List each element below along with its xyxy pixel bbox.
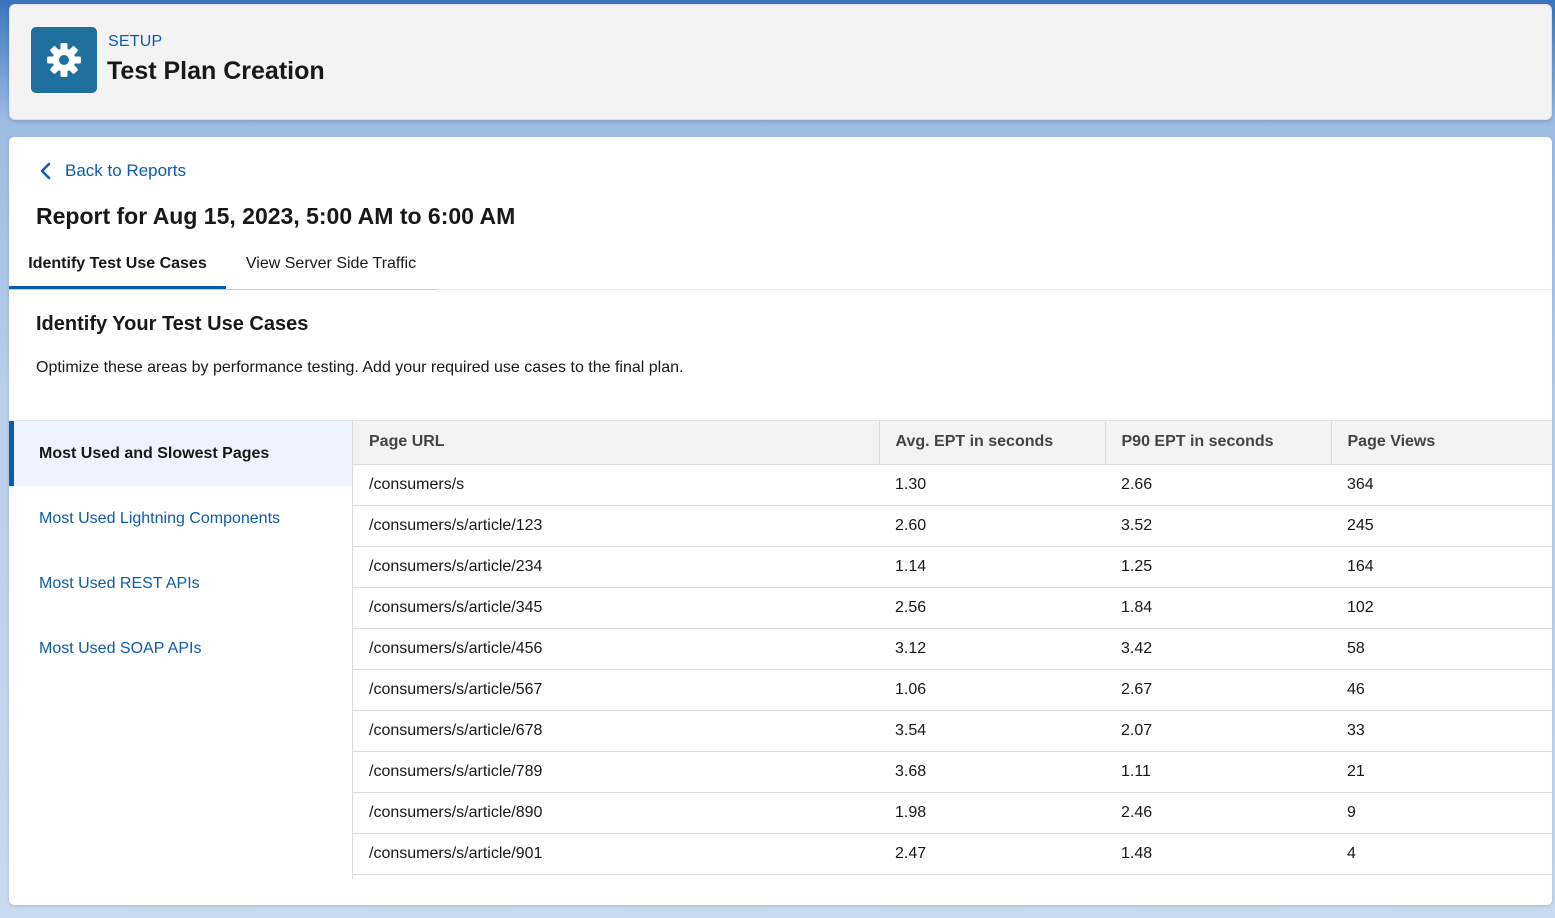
cell-page-views: 21 [1331,751,1552,793]
column-header-page-url[interactable]: Page URL [353,421,880,465]
nav-item-most-used-rest-apis[interactable]: Most Used REST APIs [9,551,352,616]
cell-page-views: 46 [1331,669,1552,711]
side-nav: Most Used and Slowest Pages Most Used Li… [9,421,353,879]
cell-avg-ept: 3.12 [879,628,1105,670]
nav-item-most-used-soap-apis[interactable]: Most Used SOAP APIs [9,616,352,681]
table-row: /consumers/s 1.30 2.66 364 [353,464,1552,506]
cell-avg-ept: 2.60 [879,505,1105,547]
table-row: /consumers/s/article/234 1.14 1.25 164 [353,546,1552,588]
cell-page-url: /consumers/s/article/567 [353,669,879,711]
nav-item-most-used-lightning-components[interactable]: Most Used Lightning Components [9,486,352,551]
cell-page-url: /consumers/s/article/789 [353,751,879,793]
cell-page-url: /consumers/s/article/890 [353,792,879,834]
cell-page-url: /consumers/s/article/345 [353,587,879,629]
column-header-p90-ept[interactable]: P90 EPT in seconds [1105,421,1332,465]
table-row: /consumers/s/article/678 3.54 2.07 33 [353,710,1552,752]
cell-p90-ept: 2.07 [1105,710,1331,752]
table-row: /consumers/s/article/345 2.56 1.84 102 [353,587,1552,629]
chevron-left-icon [40,162,51,180]
cell-avg-ept: 3.68 [879,751,1105,793]
page-title: Test Plan Creation [107,57,325,85]
cell-page-views: 9 [1331,792,1552,834]
table-header-row: Page URL Avg. EPT in seconds P90 EPT in … [353,421,1552,465]
tab-bar: Identify Test Use Cases View Server Side… [9,243,436,290]
cell-page-url: /consumers/s/article/901 [353,833,879,875]
table-row: /consumers/s/article/901 2.47 1.48 4 [353,833,1552,875]
setup-label: SETUP [108,33,163,50]
tab-view-server-side-traffic[interactable]: View Server Side Traffic [226,243,436,289]
cell-page-views: 245 [1331,505,1552,547]
table-row: /consumers/s/article/789 3.68 1.11 21 [353,751,1552,793]
cell-avg-ept: 2.47 [879,833,1105,875]
cell-p90-ept: 3.42 [1105,628,1331,670]
cell-page-url: /consumers/s/article/123 [353,505,879,547]
pages-table: Page URL Avg. EPT in seconds P90 EPT in … [353,421,1552,875]
cell-page-url: /consumers/s/article/678 [353,710,879,752]
cell-p90-ept: 3.52 [1105,505,1331,547]
column-header-page-views[interactable]: Page Views [1331,421,1552,465]
nav-item-most-used-slowest-pages[interactable]: Most Used and Slowest Pages [9,421,352,486]
cell-p90-ept: 1.84 [1105,587,1331,629]
cell-page-views: 33 [1331,710,1552,752]
cell-avg-ept: 1.30 [879,464,1105,506]
cell-avg-ept: 3.54 [879,710,1105,752]
cell-page-url: /consumers/s/article/456 [353,628,879,670]
table-row: /consumers/s/article/890 1.98 2.46 9 [353,792,1552,834]
cell-avg-ept: 1.14 [879,546,1105,588]
section-description: Optimize these areas by performance test… [36,359,684,376]
cell-avg-ept: 1.06 [879,669,1105,711]
report-card: Back to Reports Report for Aug 15, 2023,… [9,137,1552,905]
section-heading: Identify Your Test Use Cases [36,313,309,335]
cell-avg-ept: 2.56 [879,587,1105,629]
cell-p90-ept: 1.11 [1105,751,1331,793]
table-row: /consumers/s/article/456 3.12 3.42 58 [353,628,1552,670]
cell-page-url: /consumers/s [353,464,879,506]
cell-p90-ept: 1.48 [1105,833,1331,875]
table-row: /consumers/s/article/123 2.60 3.52 245 [353,505,1552,547]
gear-icon [31,27,97,93]
cell-p90-ept: 2.67 [1105,669,1331,711]
cell-page-views: 164 [1331,546,1552,588]
app-header: SETUP Test Plan Creation [9,4,1552,120]
tab-identify-test-use-cases[interactable]: Identify Test Use Cases [9,243,226,289]
cell-p90-ept: 2.46 [1105,792,1331,834]
cell-page-views: 58 [1331,628,1552,670]
cell-page-url: /consumers/s/article/234 [353,546,879,588]
table-row: /consumers/s/article/567 1.06 2.67 46 [353,669,1552,711]
cell-page-views: 4 [1331,833,1552,875]
back-to-reports-link[interactable]: Back to Reports [37,161,186,181]
report-title: Report for Aug 15, 2023, 5:00 AM to 6:00… [36,203,516,229]
column-header-avg-ept[interactable]: Avg. EPT in seconds [879,421,1106,465]
cell-avg-ept: 1.98 [879,792,1105,834]
cell-page-views: 102 [1331,587,1552,629]
cell-p90-ept: 1.25 [1105,546,1331,588]
back-link-label: Back to Reports [65,161,186,180]
cell-page-views: 364 [1331,464,1552,506]
cell-p90-ept: 2.66 [1105,464,1331,506]
